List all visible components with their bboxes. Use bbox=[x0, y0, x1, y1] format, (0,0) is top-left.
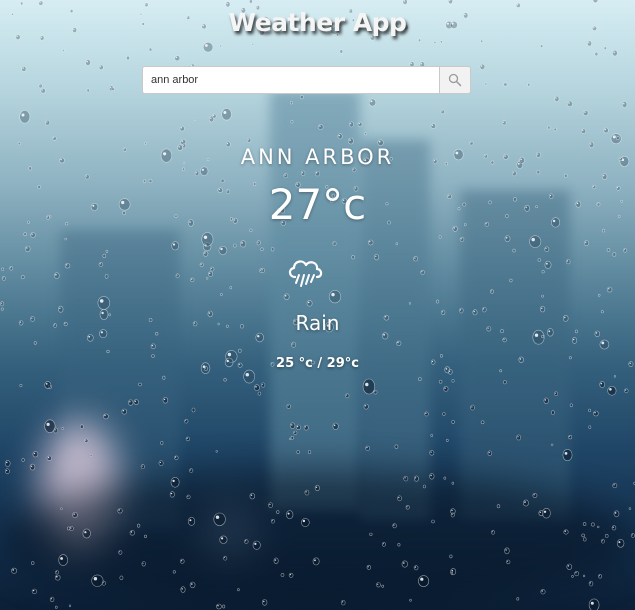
temperature-range: 25 °c / 29°c bbox=[276, 356, 359, 371]
app-title: Weather App bbox=[228, 8, 407, 37]
search-bar bbox=[142, 66, 471, 94]
weather-description: Rain bbox=[295, 311, 340, 335]
rain-cloud-icon bbox=[288, 260, 323, 287]
search-input[interactable] bbox=[142, 66, 440, 94]
search-button[interactable] bbox=[440, 66, 471, 94]
search-icon bbox=[448, 73, 462, 87]
city-name: ANN ARBOR bbox=[240, 145, 395, 169]
weather-app: Weather App ANN ARBOR 27°c Rain 25 °c / … bbox=[0, 0, 635, 610]
current-temperature: 27°c bbox=[268, 180, 367, 229]
